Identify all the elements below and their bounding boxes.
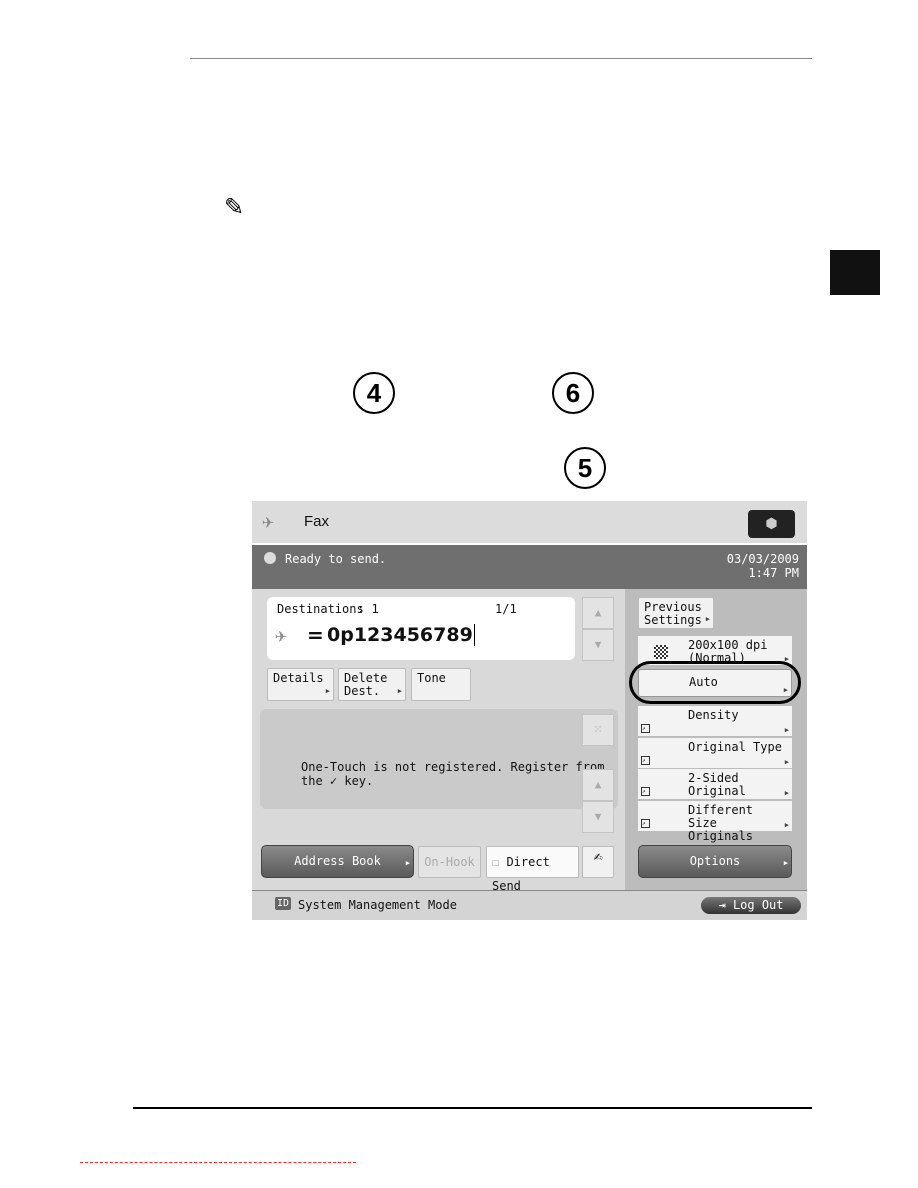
dest-scroll-down[interactable]: ▼ xyxy=(582,629,614,661)
destinations-count: : 1 xyxy=(357,602,379,616)
setting-label: 2-Sided Original xyxy=(688,771,746,798)
page-indicator: 1/1 xyxy=(495,602,517,616)
fax-icon: ✈ xyxy=(262,509,275,533)
one-touch-message: One-Touch is not registered. Register fr… xyxy=(301,760,605,774)
log-out-button[interactable]: ⇥ Log Out xyxy=(701,897,801,914)
options-label: Options xyxy=(689,854,741,868)
shortcut-icon: ↗ xyxy=(641,724,650,733)
one-touch-scroll-down[interactable]: ▼ xyxy=(582,801,614,833)
header-bar: ✈ Fax ⬢ xyxy=(252,501,807,545)
tone-button[interactable]: Tone xyxy=(411,668,471,701)
on-hook-label: On-Hook xyxy=(424,855,475,869)
callout-5: 5 xyxy=(564,447,606,489)
status-monitor-button[interactable]: ⬢ xyxy=(748,510,795,538)
equals-sign: = xyxy=(307,623,324,647)
one-touch-scroll-up[interactable]: ▲ xyxy=(582,769,614,801)
bottom-rule xyxy=(133,1107,812,1109)
shortcut-icon: ↗ xyxy=(641,819,650,828)
options-button[interactable]: Options ▶ xyxy=(638,845,792,878)
top-rule xyxy=(190,58,812,59)
tone-label: Tone xyxy=(417,671,446,685)
setting-label: Original Type xyxy=(688,740,782,754)
highlight-ellipse xyxy=(629,661,801,704)
register-one-touch-button[interactable]: ✍ xyxy=(582,846,614,878)
previous-settings-button[interactable]: Previous Settings ▶ xyxy=(638,597,714,629)
callout-4: 4 xyxy=(353,372,395,414)
log-out-icon: ⇥ xyxy=(718,898,733,912)
previous-settings-label: Previous Settings xyxy=(644,600,702,627)
setting-label: Different Size Originals xyxy=(688,803,754,843)
pen-icon: ✍ xyxy=(593,847,603,865)
fax-number: 0p123456789 xyxy=(327,624,475,646)
dest-scroll-up[interactable]: ▲ xyxy=(582,597,614,629)
direct-send-toggle[interactable]: ☐ Direct Send xyxy=(486,846,579,893)
system-management-mode: System Management Mode xyxy=(298,898,457,912)
address-book-button[interactable]: Address Book ▶ xyxy=(261,845,414,878)
manual-page: ✎ 4 6 5 ✈ Fax ⬢ Ready to send. 03/03/200… xyxy=(0,0,918,1188)
details-label: Details xyxy=(273,671,324,685)
delete-dest-button[interactable]: Delete Dest. ▶ xyxy=(338,668,406,701)
setting-original-type[interactable]: Original Type ↗ ▶ xyxy=(638,738,792,769)
setting-different-size[interactable]: Different Size Originals ↗ ▶ xyxy=(638,801,792,843)
checkbox-icon: ☐ xyxy=(492,855,507,869)
destination-fax-icon: ✈ xyxy=(275,623,288,647)
details-button[interactable]: Details ▶ xyxy=(267,668,334,701)
log-out-label: Log Out xyxy=(732,898,784,912)
footer-link-underline xyxy=(80,1162,356,1163)
callout-6: 6 xyxy=(552,372,594,414)
one-touch-area: One-Touch is not registered. Register fr… xyxy=(260,709,618,809)
fax-screen: ✈ Fax ⬢ Ready to send. 03/03/2009 1:47 P… xyxy=(252,501,807,920)
id-badge-icon: ID xyxy=(275,897,292,910)
address-book-label: Address Book xyxy=(294,854,381,868)
time: 1:47 PM xyxy=(748,566,799,580)
shortcut-icon: ↗ xyxy=(641,787,650,796)
chapter-tab xyxy=(830,250,880,295)
date: 03/03/2009 xyxy=(726,552,799,566)
one-touch-message-line2: the ✓ key. xyxy=(301,774,374,788)
note-pencil-icon: ✎ xyxy=(224,193,245,221)
footer-bar: ID System Management Mode ⇥ Log Out xyxy=(252,890,807,920)
one-touch-settings-button[interactable]: ⁙ xyxy=(582,714,614,746)
setting-2-sided[interactable]: 2-Sided Original ↗ ▶ xyxy=(638,769,792,800)
status-text: Ready to send. xyxy=(285,552,387,566)
destination-box: Destinations : 1 1/1 ✈ = 0p123456789 xyxy=(267,597,575,660)
status-icon xyxy=(264,552,276,564)
setting-label: Density xyxy=(688,708,739,722)
status-bar: Ready to send. 03/03/2009 1:47 PM xyxy=(252,545,807,589)
destinations-label: Destinations xyxy=(277,602,364,616)
shortcut-icon: ↗ xyxy=(641,756,650,765)
setting-density[interactable]: Density ↗ ▶ xyxy=(638,706,792,737)
on-hook-button[interactable]: On-Hook xyxy=(418,846,481,878)
screen-title: Fax xyxy=(304,513,330,530)
resolution-icon xyxy=(654,645,668,659)
delete-dest-label: Delete Dest. xyxy=(344,671,388,698)
